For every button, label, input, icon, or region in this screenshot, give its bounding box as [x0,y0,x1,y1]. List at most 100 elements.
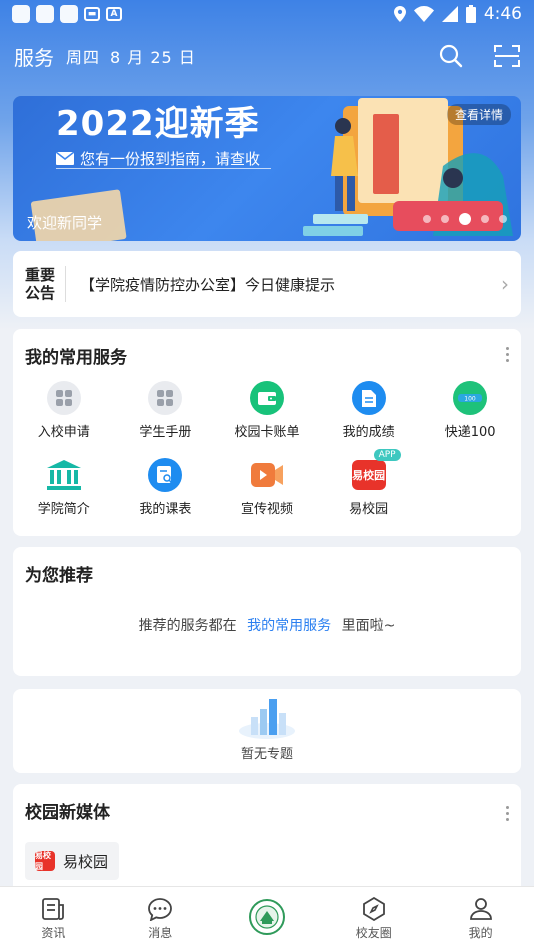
tab-profile[interactable]: 我的 [427,887,534,950]
carousel-dot[interactable] [499,215,507,223]
more-dot [506,806,509,809]
recommendation-card: 为您推荐 推荐的服务都在 我的常用服务 里面啦~ [13,547,521,676]
announcement-tag: 重要 公告 [25,266,57,302]
service-label: 快递100 [444,425,496,440]
video-icon [250,458,284,492]
yixiaoyuan-logo-icon: 易校园 [35,851,55,871]
tab-news[interactable]: 资讯 [0,887,107,950]
section-title: 为您推荐 [25,566,93,586]
notification-icon [36,5,54,23]
service-entry-yixiaoyuan[interactable]: 易校园 APP 易校园 [318,449,420,517]
view-details-button[interactable]: 查看详情 [446,104,511,125]
empty-chart-icon [239,699,295,739]
search-button[interactable] [438,43,464,69]
document-icon [351,381,386,415]
carousel-dot-active[interactable] [459,213,471,225]
search-icon [439,44,463,68]
service-label: 宣传视频 [240,502,293,517]
announcement-tag-line1: 重要 [25,266,56,284]
page-header: 服务 周四 8 月 25 日 [0,36,534,76]
notification-icon [12,5,30,23]
grid-icon [148,381,183,415]
scan-button[interactable] [494,43,520,69]
status-bar: ▬ A 4:46 [0,0,534,28]
tab-alumni-circle[interactable]: 校友圈 [320,887,427,950]
service-entry-student-handbook[interactable]: 学生手册 [115,381,217,440]
school-logo-icon [248,899,285,935]
banner-subtitle-text: 您有一份报到指南，请查收 [80,150,261,168]
yixiaoyuan-logo: 易校园 [351,460,386,490]
service-label: 学院简介 [37,502,90,517]
announcement-text: 【学院疫情防控办公室】今日健康提示 [80,275,336,294]
more-dot [506,359,509,362]
signal-icon [441,6,458,22]
section-title: 校园新媒体 [25,803,110,823]
tab-messages[interactable]: 消息 [107,887,214,950]
clock: 4:46 [483,4,522,24]
tab-home[interactable] [214,887,321,950]
service-entry-my-timetable[interactable]: 我的课表 [115,458,217,517]
service-entry-promo-video[interactable]: 宣传视频 [216,458,318,517]
tab-label: 资讯 [41,925,66,940]
tab-label: 消息 [148,925,173,940]
more-dot [506,812,509,815]
service-entry-my-grades[interactable]: 我的成绩 [318,381,420,440]
service-label: 入校申请 [37,425,90,440]
grid-icon [46,381,81,415]
banner-subtitle: 您有一份报到指南，请查收 [56,148,260,169]
service-entry-school-entry[interactable]: 入校申请 [13,381,115,440]
media-chip-label: 易校园 [63,852,109,871]
service-label: 学生手册 [139,425,192,440]
common-services-card: 我的常用服务 入校申请 学生手册 校园卡账单 我的成绩 100 快递100 学院… [13,329,521,536]
banner-title: 2022迎新季 [56,104,260,144]
common-services-link[interactable]: 我的常用服务 [247,618,331,634]
app-badge: APP [373,449,401,461]
font-app-icon: A [106,7,122,21]
empty-topics-text: 暂无专题 [240,747,293,762]
notification-icon [60,5,78,23]
recommendation-text-before: 推荐的服务都在 [138,618,237,634]
media-chip-yixiaoyuan[interactable]: 易校园 易校园 [25,842,119,880]
more-options-button[interactable] [506,347,509,362]
more-dot [506,347,509,350]
news-icon [42,897,65,920]
service-entry-express[interactable]: 100 快递100 [419,381,521,440]
recommendation-text: 推荐的服务都在 我的常用服务 里面啦~ [13,615,521,635]
topics-card: 暂无专题 [13,689,521,773]
carousel-dot[interactable] [423,215,431,223]
battery-icon [465,5,476,23]
schedule-icon [148,458,183,492]
carousel-dot[interactable] [481,215,489,223]
express-icon: 100 [453,381,488,415]
recommendation-text-after: 里面啦~ [341,618,396,634]
service-label: 我的成绩 [342,425,395,440]
carousel-indicator[interactable] [423,213,507,225]
chat-icon [148,897,173,921]
more-options-button[interactable] [506,806,509,821]
more-dot [506,818,509,821]
banner-welcome-text: 欢迎新同学 [27,214,103,232]
service-entry-card-bill[interactable]: 校园卡账单 [216,381,318,440]
compass-icon [362,896,385,921]
announcement-bar[interactable]: 重要 公告 【学院疫情防控办公室】今日健康提示 › [13,251,521,317]
header-date: 8 月 25 日 [110,48,196,67]
tab-label: 我的 [468,925,493,940]
announcement-tag-line2: 公告 [25,284,56,302]
banner-divider [56,168,271,169]
section-title: 我的常用服务 [25,348,127,368]
wifi-icon [413,6,434,22]
welcome-banner[interactable]: 2022迎新季 您有一份报到指南，请查收 欢迎新同学 查看详情 [13,96,521,241]
carousel-dot[interactable] [441,215,449,223]
app-logo-icon: 易校园 APP [351,449,401,492]
chevron-right-icon: › [501,272,509,296]
building-icon [46,458,81,492]
mail-icon [56,152,74,165]
header-weekday: 周四 [66,48,101,67]
service-entry-college-intro[interactable]: 学院简介 [13,458,115,517]
bottom-tab-bar: 资讯 消息 校友圈 我的 [0,886,534,950]
service-label: 易校园 [349,502,389,517]
page-title: 服务 [14,45,54,70]
service-label: 校园卡账单 [234,425,300,440]
notification-icons: ▬ A [12,5,122,23]
svg-text:100: 100 [464,396,476,403]
